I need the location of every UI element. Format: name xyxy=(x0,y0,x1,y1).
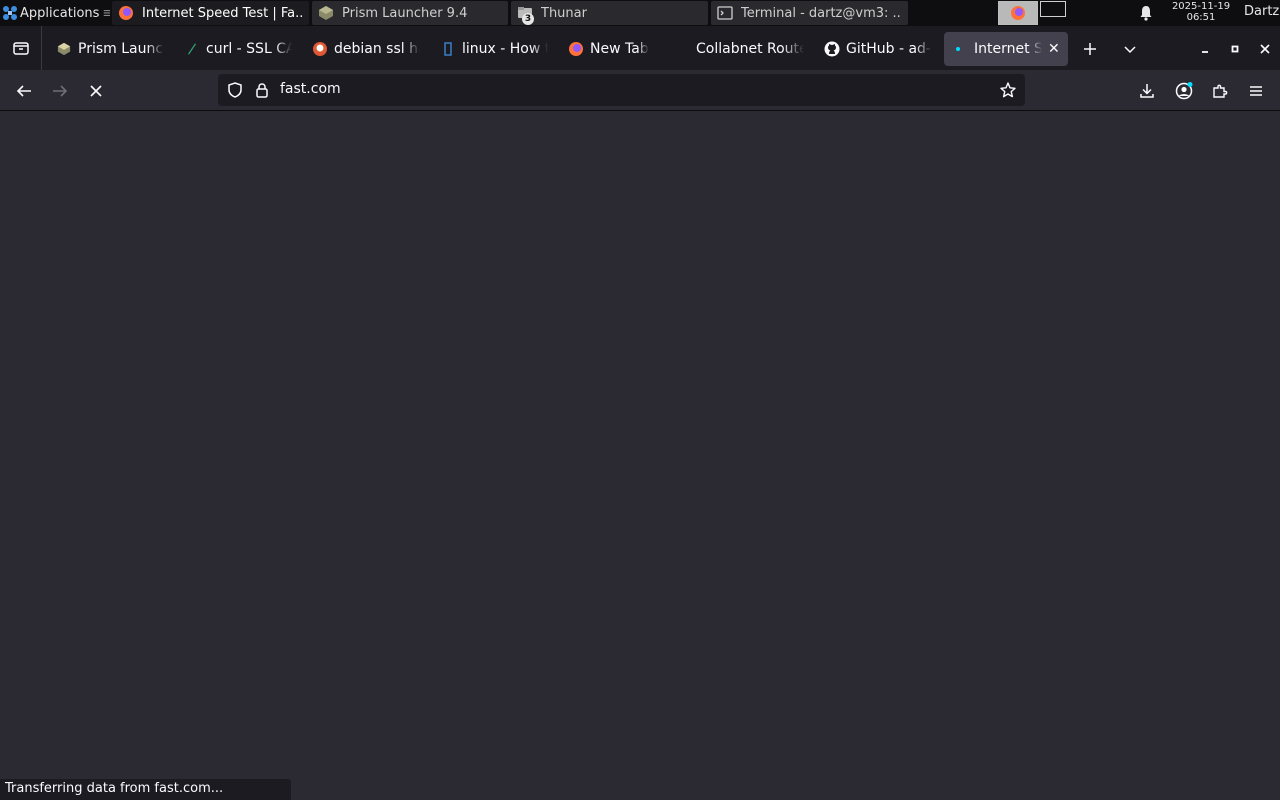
tab-curl-ssl[interactable]: curl - SSL CA xyxy=(176,32,300,66)
list-all-tabs-chevron-down-icon[interactable] xyxy=(1118,37,1142,61)
url-text: fast.com xyxy=(280,81,341,97)
xfce-logo-icon xyxy=(2,5,18,21)
firefox-view-button[interactable] xyxy=(0,26,42,70)
close-window-icon[interactable] xyxy=(1253,37,1277,61)
taskbar-window-thunar[interactable]: 3 Thunar xyxy=(511,1,708,25)
close-tab-icon[interactable]: ✕ xyxy=(1048,41,1060,57)
extensions-puzzle-icon[interactable] xyxy=(1207,78,1233,104)
downloads-icon[interactable] xyxy=(1134,78,1160,104)
account-avatar-icon[interactable] xyxy=(1171,78,1197,104)
maximize-window-icon[interactable] xyxy=(1223,37,1247,61)
app-menu-hamburger-icon[interactable] xyxy=(1243,78,1269,104)
taskbar-window-title: Prism Launcher 9.4 xyxy=(342,5,468,21)
tab-label: Collabnet Route xyxy=(696,41,804,57)
forward-arrow-icon[interactable] xyxy=(47,78,73,104)
notification-bell-icon[interactable] xyxy=(1137,4,1155,22)
panel-clock[interactable]: 2025-11-19 06:51 xyxy=(1166,1,1236,23)
workspace-switcher xyxy=(998,0,1066,26)
folder-icon: 3 xyxy=(517,5,534,25)
new-tab-plus-icon[interactable] xyxy=(1078,37,1102,61)
tab-github[interactable]: GitHub - ad-c xyxy=(816,32,940,66)
menu-arrow-icon: ≡ xyxy=(102,5,110,21)
navigation-toolbar: fast.com xyxy=(0,70,1280,111)
tab-label: Prism Launcher xyxy=(78,41,164,57)
window-count-badge: 3 xyxy=(522,13,534,25)
tab-label: linux - How t xyxy=(462,41,548,57)
bookmark-star-icon[interactable] xyxy=(999,81,1017,99)
tracking-protection-shield-icon[interactable] xyxy=(226,81,244,99)
duckduckgo-icon xyxy=(312,41,328,57)
tab-prism-launcher[interactable]: Prism Launcher xyxy=(48,32,172,66)
user-menu[interactable]: Dartz xyxy=(1244,4,1279,19)
firefox-icon xyxy=(568,41,584,57)
taskbar-window-title: Thunar xyxy=(541,5,587,21)
tab-debian-ssl[interactable]: debian ssl ha xyxy=(304,32,428,66)
tab-new-tab[interactable]: New Tab xyxy=(560,32,684,66)
clock-date: 2025-11-19 xyxy=(1171,1,1231,12)
workspace-2[interactable] xyxy=(1040,1,1066,17)
tab-label: curl - SSL CA xyxy=(206,41,292,57)
loading-dot-icon xyxy=(952,41,968,57)
status-panel: Transferring data from fast.com... xyxy=(0,779,291,800)
taskbar-window-terminal[interactable]: Terminal - dartz@vm3: ... xyxy=(711,1,908,25)
github-icon xyxy=(824,41,840,57)
stop-loading-icon[interactable] xyxy=(83,78,109,104)
applications-menu-label: Applications xyxy=(20,5,100,21)
desktop-panel: Applications ≡ Internet Speed Test | Fa.… xyxy=(0,0,1280,26)
taskbar-window-title: Terminal - dartz@vm3: ... xyxy=(741,5,902,21)
applications-menu-button[interactable]: Applications ≡ xyxy=(0,0,110,26)
taskbar-window-title: Internet Speed Test | Fa... xyxy=(142,5,303,21)
prism-launcher-icon xyxy=(56,41,72,57)
tab-label: debian ssl ha xyxy=(334,41,420,57)
prism-launcher-icon xyxy=(318,5,334,21)
taskbar-window-firefox[interactable]: Internet Speed Test | Fa... xyxy=(112,1,309,25)
terminal-icon xyxy=(717,5,733,21)
unix-stackexchange-icon xyxy=(440,41,456,57)
url-bar[interactable]: fast.com xyxy=(218,74,1025,106)
taskbar-window-prism-launcher[interactable]: Prism Launcher 9.4 xyxy=(312,1,508,25)
firefox-icon xyxy=(1011,6,1025,20)
page-content-area xyxy=(0,111,1280,800)
tab-label: Internet Sp xyxy=(974,41,1042,57)
workspace-1[interactable] xyxy=(998,1,1038,25)
tab-label: New Tab xyxy=(590,41,649,57)
clock-time: 06:51 xyxy=(1186,12,1216,23)
back-arrow-icon[interactable] xyxy=(11,78,37,104)
stackexchange-icon xyxy=(184,41,200,57)
tab-internet-speed-test[interactable]: Internet Sp ✕ xyxy=(944,32,1068,66)
tab-collabnet-route[interactable]: Collabnet Route xyxy=(688,32,812,66)
site-lock-icon[interactable] xyxy=(253,81,271,99)
minimize-window-icon[interactable] xyxy=(1193,37,1217,61)
firefox-icon xyxy=(118,5,134,21)
firefox-view-icon xyxy=(12,42,29,55)
tab-linux-how[interactable]: linux - How t xyxy=(432,32,556,66)
tab-label: GitHub - ad-c xyxy=(846,41,932,57)
